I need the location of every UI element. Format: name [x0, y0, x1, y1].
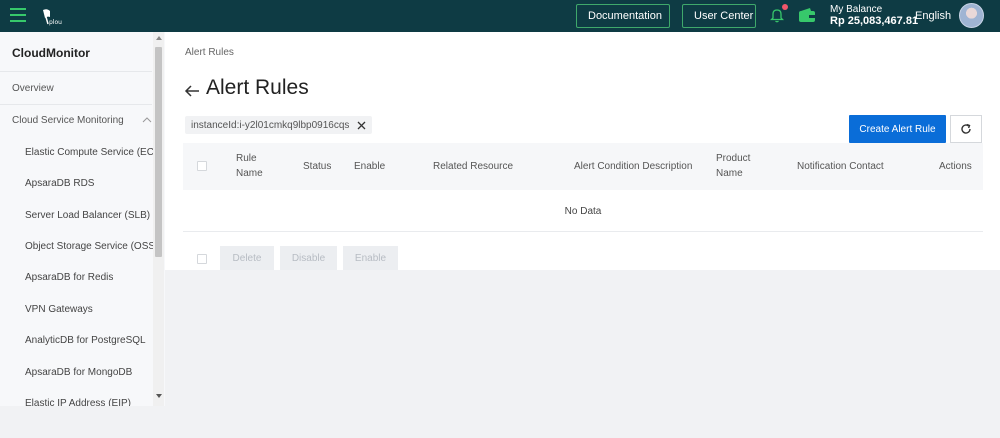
- product-name-header-line-2: Name: [716, 168, 743, 179]
- user-center-label: User Center: [694, 10, 754, 22]
- sidebar-item-overview[interactable]: Overview: [0, 83, 152, 94]
- column-header-actions: Actions: [939, 161, 972, 172]
- logo-icon[interactable]: plou: [40, 8, 64, 26]
- sidebar-item-oss[interactable]: Object Storage Service (OSS): [0, 241, 158, 252]
- create-alert-rule-button[interactable]: Create Alert Rule: [849, 115, 946, 143]
- sidebar-item-ecs[interactable]: Elastic Compute Service (ECS): [0, 147, 164, 158]
- sidebar-item-analyticdb[interactable]: AnalyticDB for PostgreSQL: [0, 335, 152, 346]
- product-name-header-line-1: Product: [716, 153, 751, 164]
- balance-label: My Balance: [830, 4, 883, 15]
- enable-button[interactable]: Enable: [343, 246, 398, 270]
- column-header-status[interactable]: Status: [303, 159, 331, 174]
- user-center-button[interactable]: User Center: [682, 4, 756, 28]
- back-arrow-icon[interactable]: [184, 84, 200, 98]
- column-header-related-resource[interactable]: Related Resource: [433, 159, 513, 174]
- column-header-alert-condition[interactable]: Alert Condition Description: [574, 159, 692, 174]
- sidebar-item-mongodb[interactable]: ApsaraDB for MongoDB: [0, 367, 152, 378]
- page-title: Alert Rules: [206, 76, 309, 99]
- top-navigation-bar: plou Documentation User Center My Balanc…: [0, 0, 1000, 32]
- sidebar-item-redis[interactable]: ApsaraDB for Redis: [0, 272, 152, 283]
- sidebar-scrollbar-thumb[interactable]: [155, 47, 162, 257]
- sidebar: CloudMonitor Overview Cloud Service Moni…: [0, 32, 165, 406]
- notification-bell-icon[interactable]: [770, 7, 784, 23]
- scroll-down-icon[interactable]: [156, 394, 162, 398]
- language-selector[interactable]: English: [915, 10, 951, 22]
- chevron-up-icon[interactable]: [142, 117, 152, 123]
- scroll-up-icon[interactable]: [156, 36, 162, 40]
- disable-button[interactable]: Disable: [280, 246, 337, 270]
- no-data-text: No Data: [564, 206, 602, 217]
- sidebar-item-rds[interactable]: ApsaraDB RDS: [0, 178, 152, 189]
- select-all-checkbox[interactable]: [197, 161, 207, 171]
- refresh-icon: [961, 123, 971, 134]
- svg-text:plou: plou: [49, 19, 62, 26]
- notification-badge: [782, 4, 788, 10]
- column-header-product-name[interactable]: Product Name: [716, 151, 750, 181]
- column-header-notification-contact[interactable]: Notification Contact: [797, 159, 884, 174]
- user-avatar[interactable]: [959, 3, 984, 28]
- column-header-enable[interactable]: Enable: [354, 159, 385, 174]
- filter-tag-label: instanceId:i-y2l01cmkq9lbp0916cqs: [191, 119, 350, 131]
- documentation-button[interactable]: Documentation: [576, 4, 670, 28]
- sidebar-item-eip[interactable]: Elastic IP Address (EIP): [0, 398, 152, 406]
- documentation-label: Documentation: [588, 10, 662, 22]
- balance-amount: Rp 25,083,467.81: [830, 15, 919, 27]
- menu-icon[interactable]: [10, 8, 26, 22]
- main-content: Alert Rules Alert Rules instanceId:i-y2l…: [165, 32, 1000, 270]
- close-icon[interactable]: [357, 121, 366, 130]
- balance-display[interactable]: My Balance Rp 25,083,467.81: [830, 4, 918, 27]
- breadcrumb[interactable]: Alert Rules: [185, 47, 234, 58]
- table-header: Rule Name Status Enable Related Resource…: [183, 143, 983, 190]
- table-empty-row: No Data: [183, 190, 983, 232]
- sidebar-divider: [0, 104, 152, 105]
- sidebar-item-slb[interactable]: Server Load Balancer (SLB): [0, 210, 152, 221]
- refresh-button[interactable]: [950, 115, 982, 143]
- rule-name-header-line-1: Rule: [236, 153, 257, 164]
- sidebar-item-cloud-service-monitoring[interactable]: Cloud Service Monitoring: [0, 115, 152, 126]
- column-header-rule-name[interactable]: Rule Name: [236, 151, 263, 181]
- sidebar-title: CloudMonitor: [0, 32, 152, 72]
- delete-button[interactable]: Delete: [220, 246, 274, 270]
- wallet-icon[interactable]: [798, 7, 816, 23]
- sidebar-item-vpn-gateways[interactable]: VPN Gateways: [0, 304, 152, 315]
- bulk-select-checkbox[interactable]: [197, 254, 207, 264]
- rule-name-header-line-2: Name: [236, 168, 263, 179]
- filter-tag: instanceId:i-y2l01cmkq9lbp0916cqs: [185, 116, 373, 134]
